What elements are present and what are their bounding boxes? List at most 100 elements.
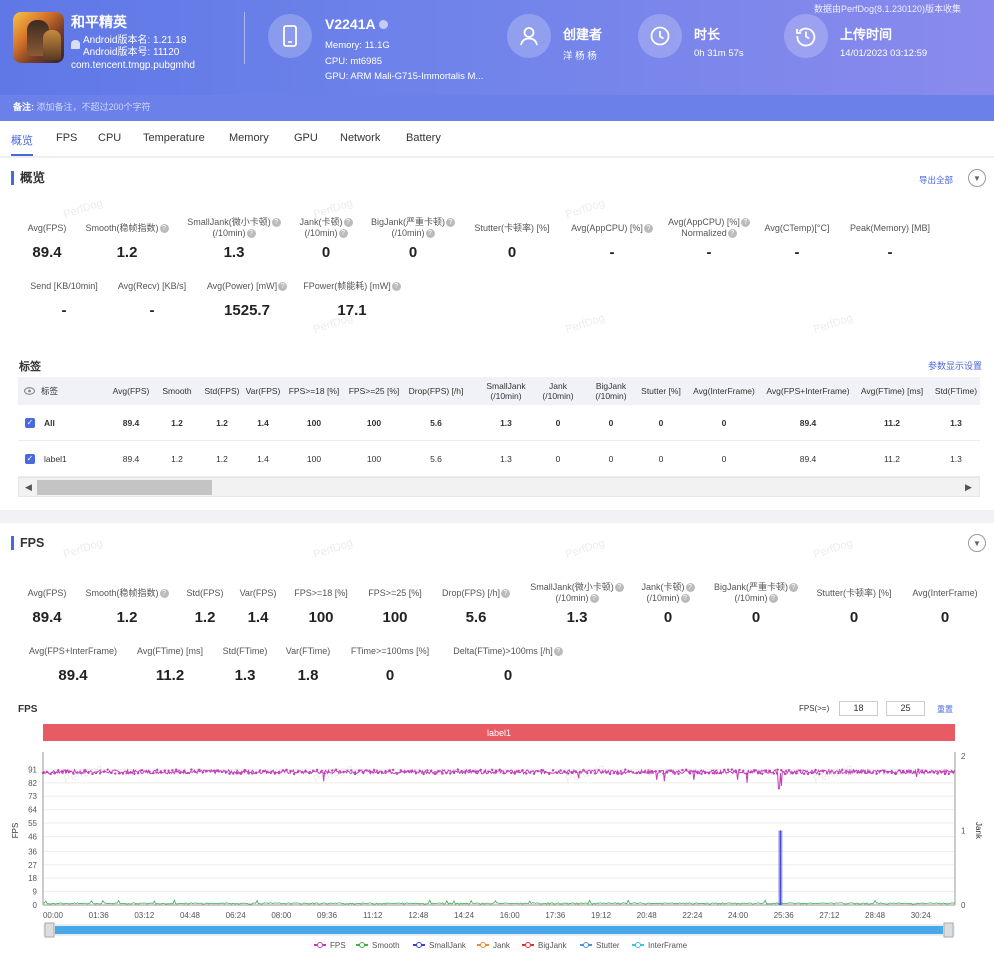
fps-point bbox=[224, 770, 227, 773]
legend-item: SmallJank bbox=[413, 941, 467, 950]
fps-metric-label-line: Delta(FTime)>100ms [/h]? bbox=[438, 646, 578, 657]
scrollbar-thumb[interactable] bbox=[37, 480, 212, 495]
table-column-header[interactable]: 标签 bbox=[41, 386, 81, 396]
tab-gpu[interactable]: GPU bbox=[294, 132, 318, 144]
table-row[interactable]: ✓ All 89.4 1.2 1.2 1.4 100 100 5.6 1.3 0 0 0 0 89.4 11.… bbox=[18, 405, 980, 441]
eye-icon[interactable] bbox=[24, 387, 35, 395]
collapse-overview-button[interactable]: ▼ bbox=[968, 169, 986, 187]
tab-cpu[interactable]: CPU bbox=[98, 132, 121, 144]
legend-marker bbox=[525, 942, 531, 948]
fps-point bbox=[909, 769, 912, 773]
fps-point bbox=[452, 771, 456, 775]
fps-point bbox=[688, 772, 692, 775]
table-cell: 0 bbox=[555, 418, 561, 428]
tab-battery[interactable]: Battery bbox=[406, 132, 441, 144]
fps-threshold-input-2[interactable]: 25 bbox=[886, 701, 925, 716]
remark-bar[interactable]: 备注: 添加备注，不超过200个字符 bbox=[0, 95, 994, 121]
fps-point bbox=[685, 768, 688, 771]
fps-point bbox=[578, 771, 581, 774]
fps-point bbox=[810, 771, 814, 775]
fps-point bbox=[509, 771, 513, 775]
fps-point bbox=[734, 769, 737, 772]
y-tick-label: 73 bbox=[28, 792, 37, 801]
fps-point bbox=[669, 769, 673, 773]
fps-point bbox=[829, 770, 833, 774]
fps-point bbox=[346, 769, 349, 773]
x-tick-label: 28:48 bbox=[865, 911, 886, 920]
table-row[interactable]: ✓ label1 89.4 1.2 1.2 1.4 100 100 5.6 1.3 0 0 0 0 89.4… bbox=[18, 441, 980, 477]
help-icon[interactable]: ? bbox=[768, 594, 778, 604]
legend-marker bbox=[635, 942, 641, 948]
fps-point bbox=[117, 772, 121, 775]
tab-memory[interactable]: Memory bbox=[229, 132, 269, 144]
fps-point bbox=[365, 769, 368, 772]
fps-metric-label-text: FTime>=100ms [%] bbox=[350, 646, 430, 656]
fps-point bbox=[692, 770, 696, 773]
fps-point bbox=[182, 769, 186, 773]
fps-metric-label-text: (/10min) bbox=[646, 593, 680, 603]
tab-network[interactable]: Network bbox=[340, 132, 380, 144]
y-tick-label: 9 bbox=[33, 888, 38, 897]
export-all-link[interactable]: 导出全部 bbox=[919, 174, 953, 186]
param-display-settings-link[interactable]: 参数显示设置 bbox=[928, 359, 982, 372]
fps-point bbox=[232, 772, 235, 775]
table-cell: 100 bbox=[366, 454, 382, 464]
upload-time-value: 14/01/2023 03:12:59 bbox=[840, 48, 928, 59]
label-band-text: label1 bbox=[487, 728, 511, 738]
collapse-fps-button[interactable]: ▼ bbox=[968, 534, 986, 552]
legend-label: FPS bbox=[330, 941, 346, 950]
table-horizontal-scrollbar[interactable]: ◀ ▶ bbox=[18, 477, 980, 497]
fps-point bbox=[917, 768, 920, 771]
fps-chart[interactable]: label1 0 9 18 27 36 46 55 64 73 82 91 0 1 2 FPS Jank 00:0… bbox=[0, 718, 994, 956]
fps-threshold-input-1[interactable]: 18 bbox=[839, 701, 878, 716]
tab-overview[interactable]: 概览 bbox=[11, 132, 33, 156]
help-icon[interactable]: ? bbox=[391, 282, 401, 292]
fps-metric-label-text: (/10min) bbox=[734, 593, 768, 603]
fps-point bbox=[643, 770, 646, 774]
reset-link[interactable]: 重置 bbox=[937, 704, 953, 715]
table-cell: 0 bbox=[658, 418, 664, 428]
fps-point bbox=[879, 769, 882, 773]
scroll-left-arrow[interactable]: ◀ bbox=[25, 482, 32, 493]
scroll-right-arrow[interactable]: ▶ bbox=[965, 482, 972, 493]
fps-point bbox=[475, 770, 479, 773]
overview-metric-label-text: (/10min) bbox=[212, 228, 246, 238]
fps-point bbox=[190, 768, 193, 771]
help-icon[interactable]: ? bbox=[553, 647, 563, 657]
help-icon[interactable]: ? bbox=[246, 229, 256, 239]
fps-point bbox=[757, 771, 760, 775]
table-cell: 0 bbox=[721, 418, 727, 428]
legend-item: Jank bbox=[477, 941, 511, 950]
history-icon bbox=[784, 14, 828, 58]
tab-fps[interactable]: FPS bbox=[56, 132, 77, 144]
fps-point bbox=[707, 772, 711, 775]
fps-point bbox=[715, 771, 718, 775]
fps-point bbox=[730, 768, 734, 771]
overview-metric-label-text: Avg(Recv) [KB/s] bbox=[117, 281, 187, 291]
y-axis-title: FPS bbox=[11, 823, 20, 839]
table-column-header[interactable]: Avg(InterFrame) bbox=[679, 386, 769, 396]
legend-marker bbox=[317, 942, 323, 948]
fps-point bbox=[399, 769, 402, 772]
help-icon[interactable]: ? bbox=[425, 229, 435, 239]
fps-point bbox=[833, 771, 836, 775]
tab-temperature[interactable]: Temperature bbox=[143, 132, 205, 144]
row-checkbox[interactable]: ✓ bbox=[25, 454, 35, 464]
fps-metric-label: Delta(FTime)>100ms [/h]? bbox=[438, 646, 578, 657]
overview-metric-value: 0 bbox=[321, 244, 331, 261]
fps-point bbox=[867, 770, 871, 774]
fps-point bbox=[605, 771, 608, 774]
table-column-header[interactable]: Avg(FPS+InterFrame) bbox=[763, 386, 853, 396]
x-tick-label: 30:24 bbox=[911, 911, 932, 920]
remark-input[interactable]: 添加备注，不超过200个字符 bbox=[37, 102, 151, 112]
fps-point bbox=[582, 768, 585, 772]
table-column-header[interactable]: Std(FTime) bbox=[911, 386, 980, 396]
fps-metric-label-text: (/10min) bbox=[555, 593, 589, 603]
fps-point bbox=[882, 769, 886, 773]
row-checkbox[interactable]: ✓ bbox=[25, 418, 35, 428]
fps-point bbox=[433, 772, 437, 776]
fps-point bbox=[806, 772, 810, 776]
fps-point bbox=[220, 770, 224, 774]
y-tick-label: 0 bbox=[33, 901, 38, 910]
info-icon[interactable] bbox=[378, 20, 388, 29]
